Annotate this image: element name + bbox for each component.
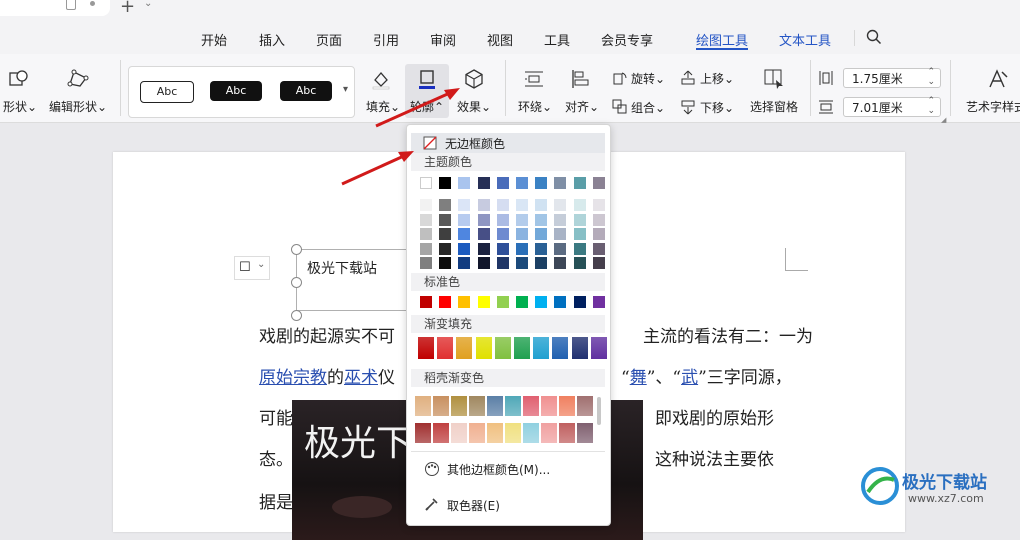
watermark-logo-icon: [861, 467, 899, 505]
watermark-title: 极光下载站: [902, 473, 987, 493]
site-watermark: 极光下载站 www.xz7.com: [858, 462, 1020, 519]
annotation-arrows: [341, 88, 460, 186]
arrow-to-outline: [375, 88, 460, 128]
arrow-to-no-border: [341, 151, 414, 186]
watermark-url: www.xz7.com: [908, 492, 984, 505]
